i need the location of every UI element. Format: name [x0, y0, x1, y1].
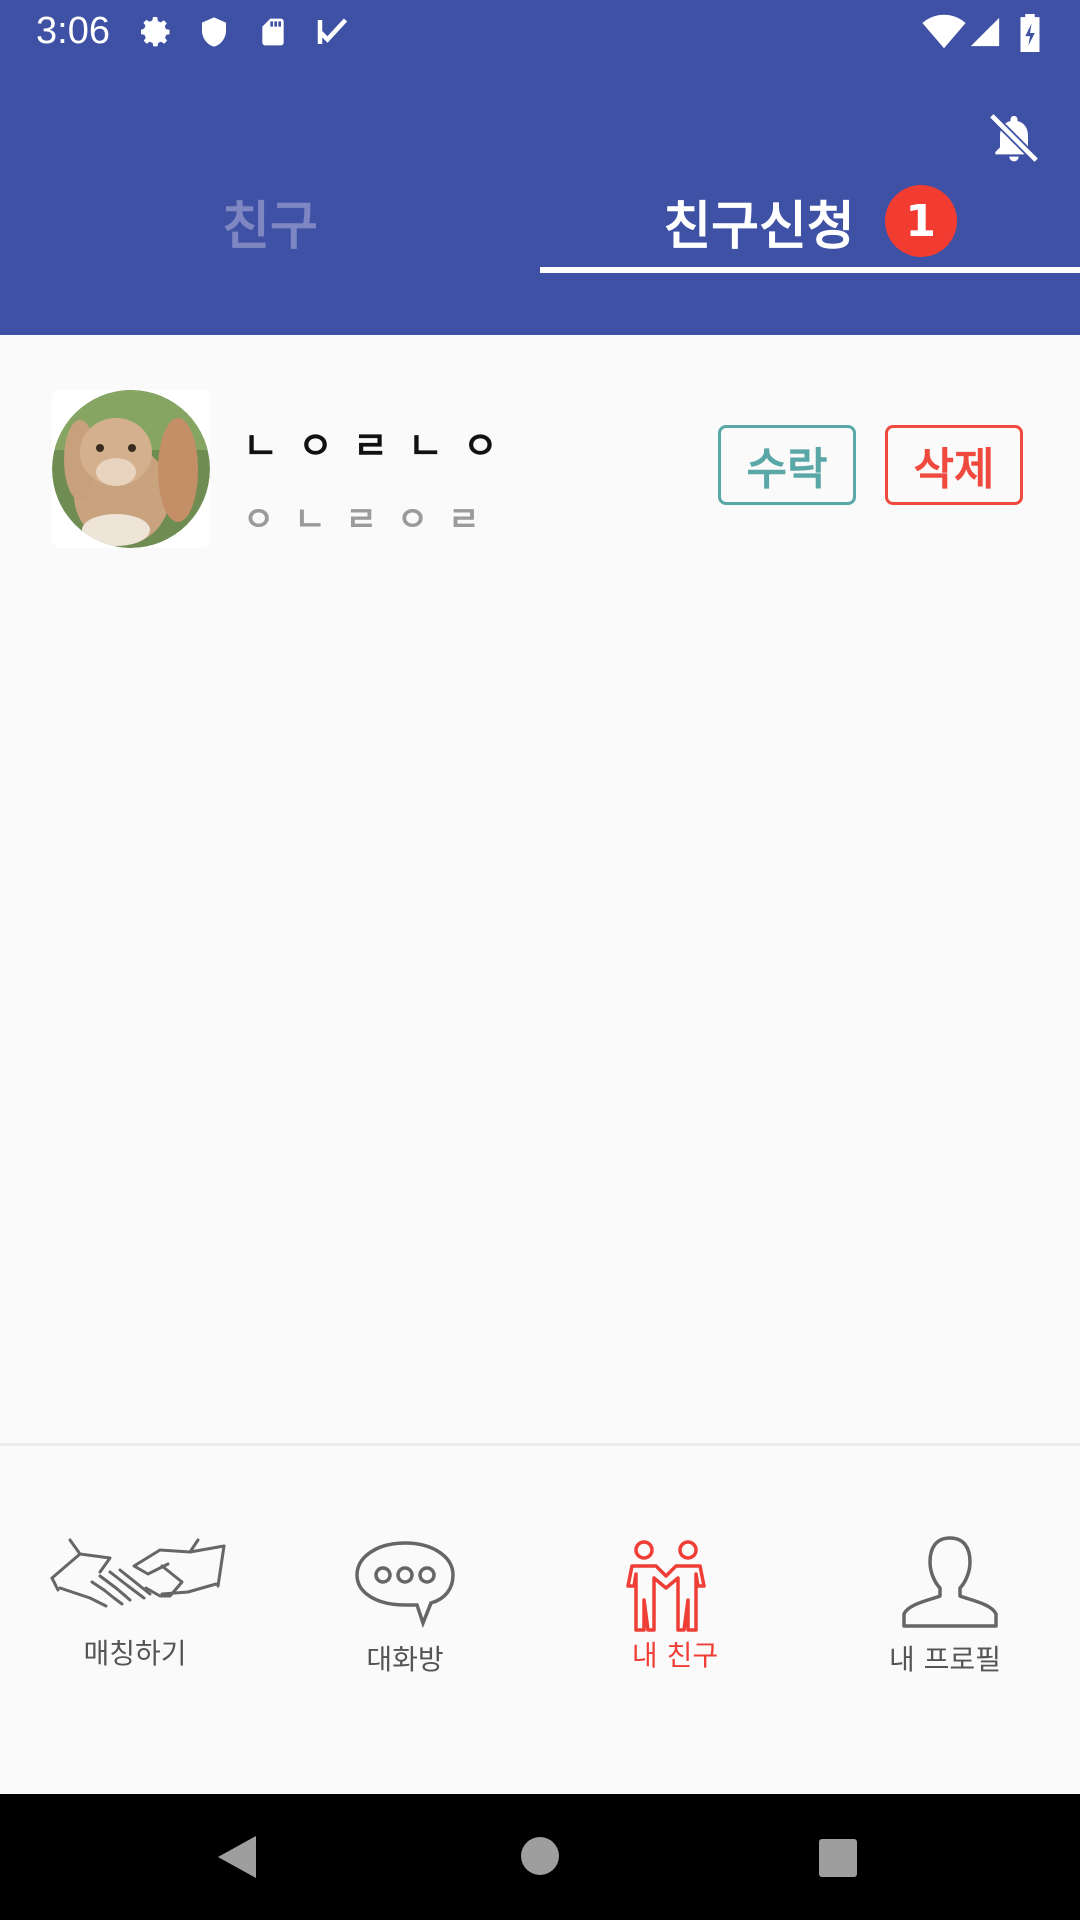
tab-friend-requests[interactable]: 친구신청 1	[540, 170, 1080, 272]
accept-button[interactable]: 수락	[718, 425, 856, 505]
status-bar: 3:06	[0, 0, 1080, 63]
avatar-frame	[52, 390, 210, 548]
sd-card-icon	[262, 18, 284, 46]
wifi-icon	[922, 14, 966, 49]
chat-bubble-icon	[355, 1541, 455, 1629]
nav-chat-label: 대화방	[366, 1643, 444, 1676]
person-icon	[902, 1536, 998, 1628]
friends-icon	[626, 1540, 706, 1632]
system-nav-bar	[0, 1794, 1080, 1920]
tab-friends-label: 친구	[222, 196, 318, 257]
delete-button[interactable]: 삭제	[885, 425, 1023, 505]
avatar[interactable]	[52, 390, 210, 548]
nav-matching[interactable]: 매칭하기	[0, 1446, 270, 1746]
gear-icon	[141, 17, 170, 47]
nav-chat[interactable]: 대화방	[270, 1446, 540, 1746]
nav-my-friends-label: 내 친구	[631, 1639, 719, 1672]
nav-my-profile[interactable]: 내 프로필	[810, 1446, 1080, 1746]
checklist-icon	[317, 18, 348, 44]
requester-name: ㄴㅇㄹㄴㅇ	[243, 424, 518, 468]
shield-icon	[202, 17, 226, 47]
tab-friend-requests-label: 친구신청	[663, 196, 855, 257]
bottom-nav: 매칭하기 대화방 내 친구 내 프로필	[0, 1446, 1080, 1794]
back-icon[interactable]	[216, 1834, 260, 1880]
nav-my-profile-label: 내 프로필	[889, 1643, 1001, 1676]
status-time: 3:06	[36, 10, 110, 52]
tab-indicator	[540, 267, 1080, 273]
handshake-icon	[50, 1538, 226, 1608]
battery-icon	[1020, 14, 1040, 52]
tab-friends[interactable]: 친구	[0, 170, 540, 272]
bell-off-icon[interactable]	[986, 108, 1042, 168]
nav-matching-label: 매칭하기	[83, 1637, 187, 1670]
nav-my-friends[interactable]: 내 친구	[540, 1446, 810, 1746]
request-count-badge: 1	[884, 185, 957, 257]
requester-subtitle: ㅇㄴㄹㅇㄹ	[243, 500, 500, 540]
friend-request-row: ㄴㅇㄹㄴㅇ ㅇㄴㄹㅇㄹ 수락 삭제	[0, 370, 1080, 570]
home-icon[interactable]	[520, 1836, 560, 1876]
signal-icon	[970, 17, 1000, 47]
recents-icon[interactable]	[818, 1838, 858, 1878]
